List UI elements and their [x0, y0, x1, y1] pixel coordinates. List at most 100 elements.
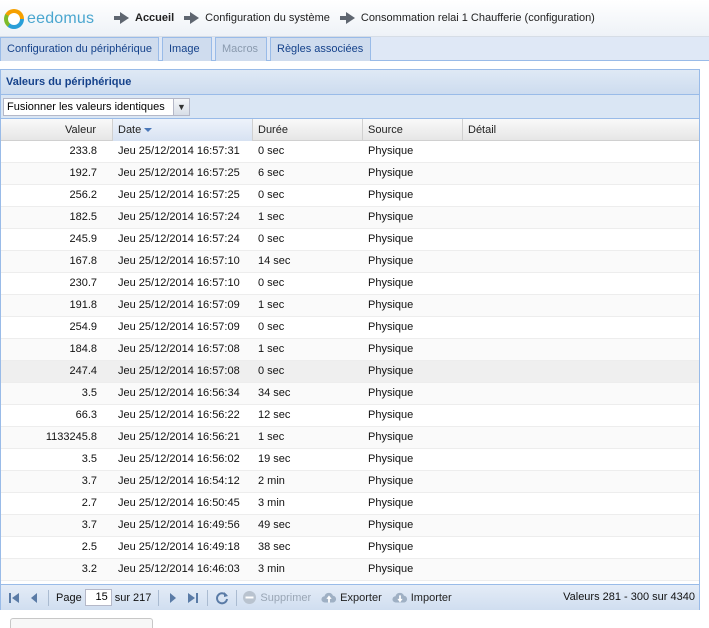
page-number-input[interactable]: 15 — [84, 589, 112, 606]
cell-detail — [463, 251, 699, 272]
table-row[interactable]: 3.5 Jeu 25/12/2014 16:56:02 19 sec Physique — [1, 449, 699, 471]
cell-detail — [463, 427, 699, 448]
tab-rules[interactable]: Règles associées — [270, 37, 371, 61]
chevron-down-icon[interactable]: ▼ — [173, 99, 189, 115]
bottom-tab-stub — [10, 618, 153, 628]
page-label: Page — [56, 591, 82, 604]
column-header-date[interactable]: Date — [113, 119, 253, 141]
table-row[interactable]: 256.2 Jeu 25/12/2014 16:57:25 0 sec Physiqu… — [1, 185, 699, 207]
table-row[interactable]: 233.8 Jeu 25/12/2014 16:57:31 0 sec Physiqu… — [1, 141, 699, 163]
cell-duration: 0 sec — [258, 145, 285, 157]
cell-value: 182.5 — [69, 211, 97, 223]
cell-source: Physique — [368, 497, 414, 509]
cell-value: 230.7 — [69, 277, 97, 289]
table-row[interactable]: 2.7 Jeu 25/12/2014 16:50:45 3 min Physique — [1, 493, 699, 515]
cell-value: 247.4 — [69, 365, 97, 377]
cell-value: 3.2 — [81, 563, 97, 575]
breadcrumb-system-config[interactable]: Configuration du système — [205, 12, 330, 24]
cell-value: 2.7 — [81, 497, 97, 509]
import-button[interactable]: Importer — [392, 590, 452, 606]
merge-values-select[interactable]: Fusionner les valeurs identiques ▼ — [3, 98, 190, 116]
arrow-right-icon — [114, 12, 129, 24]
cell-duration: 6 sec — [258, 167, 285, 179]
grid-header: Valeur Date Durée Source Détail — [1, 119, 699, 141]
export-button[interactable]: Exporter — [321, 590, 382, 606]
cell-date: Jeu 25/12/2014 16:57:10 — [118, 255, 240, 267]
logo-text: eedomus — [27, 10, 95, 27]
cell-value: 2.5 — [81, 541, 97, 553]
refresh-icon[interactable] — [212, 588, 232, 608]
cell-duration: 0 sec — [258, 321, 285, 333]
minus-circle-icon — [241, 590, 257, 606]
table-row[interactable]: 184.8 Jeu 25/12/2014 16:57:08 1 sec Physiqu… — [1, 339, 699, 361]
first-page-icon[interactable] — [4, 588, 24, 608]
cell-source: Physique — [368, 211, 414, 223]
cell-date: Jeu 25/12/2014 16:57:08 — [118, 343, 240, 355]
table-row[interactable]: 230.7 Jeu 25/12/2014 16:57:10 0 sec Physiqu… — [1, 273, 699, 295]
cell-source: Physique — [368, 321, 414, 333]
table-row[interactable]: 3.7 Jeu 25/12/2014 16:54:12 2 min Physique — [1, 471, 699, 493]
table-row[interactable]: 247.4 Jeu 25/12/2014 16:57:08 0 sec Physiqu… — [1, 361, 699, 383]
table-row[interactable]: 182.5 Jeu 25/12/2014 16:57:24 1 sec Physiqu… — [1, 207, 699, 229]
column-header-source[interactable]: Source — [363, 119, 463, 141]
table-row[interactable]: 66.3 Jeu 25/12/2014 16:56:22 12 sec Physiqu… — [1, 405, 699, 427]
breadcrumb: Accueil Configuration du système Consomm… — [114, 12, 605, 24]
column-header-detail[interactable]: Détail — [463, 119, 699, 141]
previous-page-icon[interactable] — [24, 588, 44, 608]
cell-duration: 1 sec — [258, 343, 285, 355]
table-row[interactable]: 3.7 Jeu 25/12/2014 16:49:56 49 sec Physique — [1, 515, 699, 537]
table-row[interactable]: 2.5 Jeu 25/12/2014 16:49:18 38 sec Physique — [1, 537, 699, 559]
breadcrumb-home[interactable]: Accueil — [135, 12, 174, 24]
cell-date: Jeu 25/12/2014 16:56:34 — [118, 387, 240, 399]
cell-source: Physique — [368, 277, 414, 289]
tab-device-config[interactable]: Configuration du périphérique — [0, 37, 159, 61]
last-page-icon[interactable] — [183, 588, 203, 608]
delete-button[interactable]: Supprimer — [241, 590, 311, 606]
table-row[interactable]: 1133245.8 Jeu 25/12/2014 16:56:21 1 sec Phy… — [1, 427, 699, 449]
cell-source: Physique — [368, 255, 414, 267]
cell-date: Jeu 25/12/2014 16:57:25 — [118, 189, 240, 201]
export-label: Exporter — [340, 591, 382, 604]
table-row[interactable]: 192.7 Jeu 25/12/2014 16:57:25 6 sec Physiqu… — [1, 163, 699, 185]
table-row[interactable]: 254.9 Jeu 25/12/2014 16:57:09 0 sec Physiqu… — [1, 317, 699, 339]
cell-value: 1133245.8 — [45, 431, 97, 443]
column-header-value[interactable]: Valeur — [1, 119, 113, 141]
next-page-icon[interactable] — [163, 588, 183, 608]
table-row[interactable]: 167.8 Jeu 25/12/2014 16:57:10 14 sec Physiq… — [1, 251, 699, 273]
cell-source: Physique — [368, 167, 414, 179]
cell-date: Jeu 25/12/2014 16:57:08 — [118, 365, 240, 377]
cell-duration: 2 min — [258, 475, 285, 487]
separator — [236, 589, 238, 606]
cell-duration: 0 sec — [258, 365, 285, 377]
tab-image[interactable]: Image — [162, 37, 212, 61]
cell-detail — [463, 317, 699, 338]
import-label: Importer — [410, 591, 452, 604]
column-header-duration[interactable]: Durée — [253, 119, 363, 141]
table-row[interactable]: 3.2 Jeu 25/12/2014 16:46:03 3 min Physique — [1, 559, 699, 581]
cell-date: Jeu 25/12/2014 16:56:21 — [118, 431, 240, 443]
cell-date: Jeu 25/12/2014 16:46:03 — [118, 563, 240, 575]
table-row[interactable]: 191.8 Jeu 25/12/2014 16:57:09 1 sec Physiqu… — [1, 295, 699, 317]
cell-source: Physique — [368, 145, 414, 157]
cell-detail — [463, 471, 699, 492]
cell-date: Jeu 25/12/2014 16:54:12 — [118, 475, 240, 487]
cell-value: 245.9 — [69, 233, 97, 245]
cell-duration: 1 sec — [258, 211, 285, 223]
cell-detail — [463, 405, 699, 426]
cell-date: Jeu 25/12/2014 16:57:31 — [118, 145, 240, 157]
eedomus-logo[interactable]: eedomus — [4, 8, 94, 30]
table-row[interactable]: 3.5 Jeu 25/12/2014 16:56:34 34 sec Physique — [1, 383, 699, 405]
arrow-right-icon — [339, 12, 355, 24]
cell-source: Physique — [368, 453, 414, 465]
cell-detail — [463, 339, 699, 360]
cell-date: Jeu 25/12/2014 16:57:10 — [118, 277, 240, 289]
table-row[interactable]: 245.9 Jeu 25/12/2014 16:57:24 0 sec Physiqu… — [1, 229, 699, 251]
tab-macros: Macros — [215, 37, 267, 61]
cell-duration: 3 min — [258, 563, 285, 575]
cell-duration: 34 sec — [258, 387, 291, 399]
cell-date: Jeu 25/12/2014 16:50:45 — [118, 497, 240, 509]
cloud-upload-icon — [321, 590, 337, 606]
cell-value: 3.5 — [81, 453, 97, 465]
cell-duration: 38 sec — [258, 541, 291, 553]
cell-value: 254.9 — [69, 321, 97, 333]
